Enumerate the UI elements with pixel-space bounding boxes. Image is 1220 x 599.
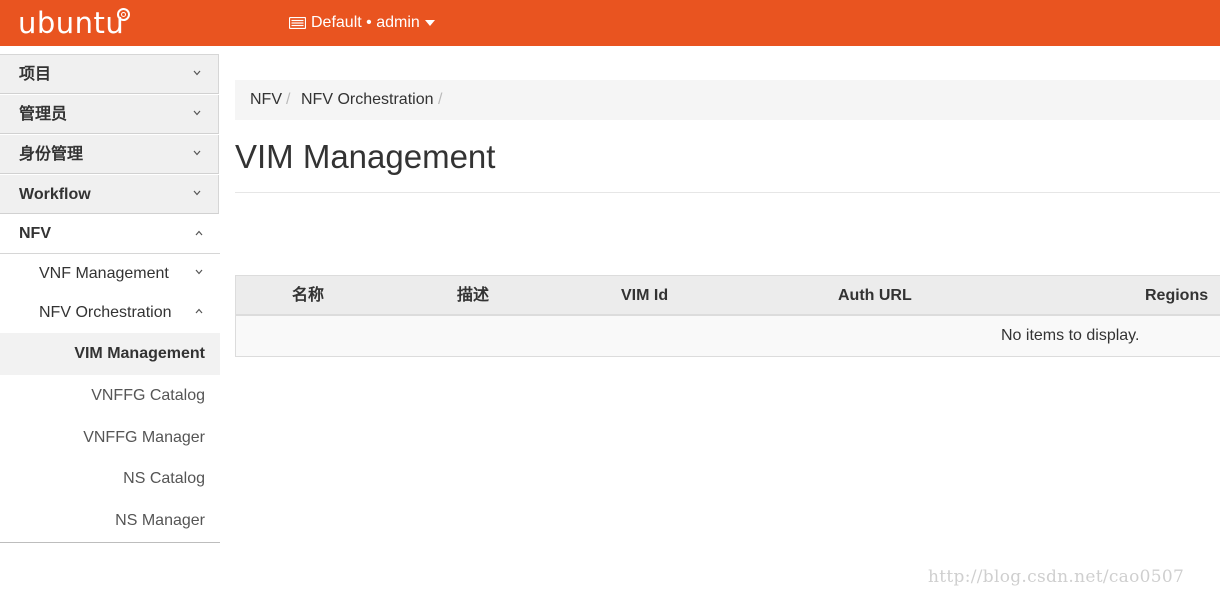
- project-switcher-label: Default • admin: [311, 14, 420, 31]
- sidebar-item-vnffg-catalog[interactable]: VNFFG Catalog: [0, 375, 220, 417]
- column-header-regions[interactable]: Regions: [1145, 276, 1208, 316]
- chevron-up-icon: [195, 230, 203, 236]
- sidebar-item-vnffg-manager[interactable]: VNFFG Manager: [0, 417, 220, 459]
- sidebar-item-vim-management[interactable]: VIM Management: [0, 333, 220, 375]
- sidebar-item-label: VIM Management: [74, 345, 205, 362]
- sidebar-dashboard-nfv[interactable]: NFV: [0, 214, 220, 254]
- sidebar-panel-label: VNF Management: [39, 265, 169, 282]
- page-header-divider: [235, 192, 1220, 193]
- column-header-auth-url[interactable]: Auth URL: [838, 276, 912, 316]
- sidebar-dashboard-project[interactable]: 项目: [0, 55, 219, 94]
- table-header: 名称 描述 VIM Id Auth URL Regions: [236, 276, 1220, 316]
- ubuntu-circle-of-friends-icon: [117, 8, 130, 21]
- sidebar-dashboard-identity[interactable]: 身份管理: [0, 135, 219, 174]
- breadcrumb: NFV / NFV Orchestration /: [235, 80, 1220, 120]
- column-header-description[interactable]: 描述: [457, 276, 489, 316]
- sidebar-panel-vnf-management[interactable]: VNF Management: [0, 254, 220, 294]
- chevron-down-icon: [193, 150, 201, 156]
- vim-table: 名称 描述 VIM Id Auth URL Regions No items t…: [235, 275, 1220, 357]
- sidebar-item-ns-manager[interactable]: NS Manager: [0, 500, 220, 542]
- sidebar-item-label: VNFFG Catalog: [91, 387, 205, 404]
- caret-down-icon: [424, 20, 435, 26]
- sidebar-item-label: NS Catalog: [123, 470, 205, 487]
- sidebar-panel-nfv-orchestration[interactable]: NFV Orchestration: [0, 293, 220, 333]
- chevron-down-icon: [193, 70, 201, 76]
- empty-table-message: No items to display.: [1001, 327, 1140, 344]
- server-icon: [289, 17, 306, 29]
- breadcrumb-item-nfv[interactable]: NFV: [250, 80, 282, 120]
- sidebar-item-label: VNFFG Manager: [83, 429, 205, 446]
- chevron-down-icon: [193, 190, 201, 196]
- top-navbar: ubuntu Default • admin: [0, 0, 1220, 46]
- table-empty-row: No items to display.: [236, 316, 1220, 356]
- sidebar-item-ns-catalog[interactable]: NS Catalog: [0, 458, 220, 500]
- brand-logo[interactable]: ubuntu: [18, 4, 124, 42]
- sidebar-dashboard-label: Workflow: [19, 186, 91, 203]
- breadcrumb-separator: /: [286, 91, 291, 108]
- sidebar-item-label: NS Manager: [115, 512, 205, 529]
- chevron-up-icon: [195, 308, 203, 314]
- breadcrumb-separator: /: [438, 91, 443, 108]
- project-switcher-dropdown[interactable]: Default • admin: [289, 12, 435, 34]
- sidebar-panel-label: NFV Orchestration: [39, 304, 172, 321]
- sidebar-dashboard-label: 管理员: [19, 106, 68, 123]
- page-title: VIM Management: [235, 138, 496, 175]
- watermark-text: http://blog.csdn.net/cao0507: [928, 567, 1185, 587]
- column-header-vim-id[interactable]: VIM Id: [621, 276, 668, 316]
- column-header-name[interactable]: 名称: [292, 276, 324, 316]
- breadcrumb-item-nfv-orchestration[interactable]: NFV Orchestration: [301, 80, 433, 120]
- sidebar-dashboard-label: NFV: [19, 225, 51, 242]
- chevron-down-icon: [193, 110, 201, 116]
- sidebar-bottom-divider: [0, 542, 220, 543]
- sidebar-dashboard-label: 身份管理: [19, 146, 84, 163]
- sidebar-dashboard-workflow[interactable]: Workflow: [0, 175, 219, 214]
- chevron-down-icon: [195, 269, 203, 275]
- sidebar-dashboard-admin[interactable]: 管理员: [0, 95, 219, 134]
- sidebar-dashboard-label: 项目: [19, 66, 52, 83]
